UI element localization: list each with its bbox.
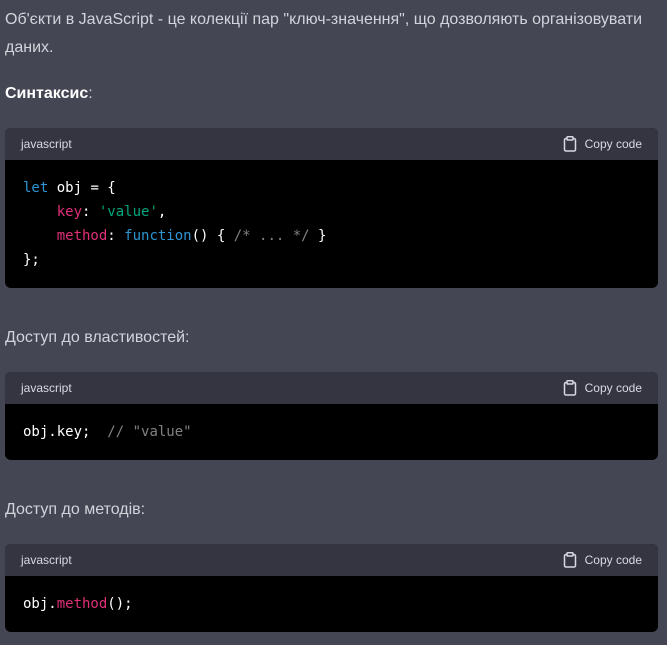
code-keyword: let (23, 180, 49, 196)
code-text: obj = { (48, 180, 116, 196)
copy-code-button[interactable]: Copy code (563, 552, 642, 568)
code-text: } (309, 228, 327, 244)
code-language-label: javascript (21, 553, 72, 567)
code-body: obj.method(); (5, 576, 658, 632)
section-heading-methods: Доступ до методів: (5, 498, 145, 522)
code-body: let obj = { key: 'value', method: functi… (5, 160, 658, 288)
code-text: }; (23, 252, 40, 268)
section-heading-syntax: Синтаксис: (5, 82, 93, 106)
clipboard-icon (563, 552, 576, 568)
code-keyword: function (124, 228, 192, 244)
chat-message: Об'єкти в JavaScript - це колекції пар "… (0, 0, 667, 645)
code-property: method (56, 596, 108, 612)
code-block-methods: javascript Copy code obj.method(); (5, 544, 658, 632)
code-language-label: javascript (21, 381, 72, 395)
code-line: key: 'value', (23, 200, 640, 224)
copy-code-button[interactable]: Copy code (563, 136, 642, 152)
code-header: javascript Copy code (5, 128, 658, 160)
section-heading-rest: : (88, 85, 93, 102)
section-heading-rest: Доступ до методів: (5, 501, 146, 518)
code-comment: // "value" (107, 424, 192, 440)
code-line: method: function() { /* ... */ } (23, 224, 640, 248)
code-header: javascript Copy code (5, 372, 658, 404)
code-string: 'value' (98, 204, 158, 220)
code-text: (); (107, 596, 133, 612)
code-text: : (107, 228, 125, 244)
clipboard-icon (563, 136, 576, 152)
copy-code-label: Copy code (584, 137, 642, 151)
code-line: }; (23, 248, 640, 272)
code-line: obj.method(); (23, 592, 640, 616)
code-text: , (157, 204, 167, 220)
code-language-label: javascript (21, 137, 72, 151)
code-block-properties: javascript Copy code obj.key; // "value" (5, 372, 658, 460)
code-text: : (82, 204, 99, 220)
code-body: obj.key; // "value" (5, 404, 658, 460)
section-heading-rest: Доступ до властивостей: (5, 329, 190, 346)
section-heading-properties: Доступ до властивостей: (5, 326, 190, 350)
copy-code-label: Copy code (584, 553, 642, 567)
code-header: javascript Copy code (5, 544, 658, 576)
code-comment: /* ... */ (233, 228, 310, 244)
code-line: obj.key; // "value" (23, 420, 640, 444)
section-heading-strong: Синтаксис (5, 85, 89, 102)
intro-paragraph: Об'єкти в JavaScript - це колекції пар "… (5, 11, 642, 56)
copy-code-button[interactable]: Copy code (563, 380, 642, 396)
code-block-syntax: javascript Copy code let obj = { key: 'v… (5, 128, 658, 288)
code-text: () { (191, 228, 234, 244)
code-text: obj. (23, 596, 57, 612)
copy-code-label: Copy code (584, 381, 642, 395)
code-line: let obj = { (23, 176, 640, 200)
clipboard-icon (563, 380, 576, 396)
code-property: method (56, 228, 108, 244)
code-property: key (56, 204, 83, 220)
code-text: obj.key; (23, 424, 108, 440)
